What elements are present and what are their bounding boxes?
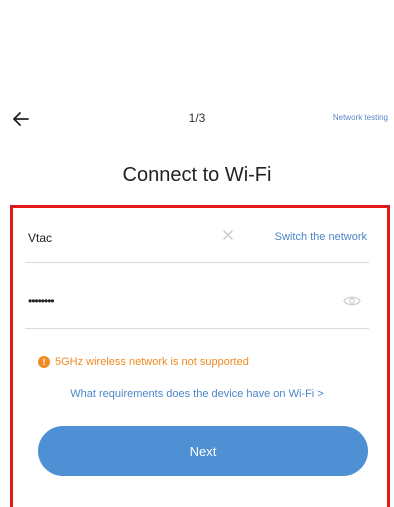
warning-message: ! 5GHz wireless network is not supported (38, 354, 249, 370)
password-value[interactable]: •••••••• (28, 294, 55, 308)
exclamation-circle-icon: ! (38, 356, 50, 368)
switch-network-link[interactable]: Switch the network (275, 231, 367, 243)
ssid-value[interactable]: Vtac (28, 231, 52, 245)
close-icon[interactable] (221, 228, 235, 242)
eye-icon[interactable] (343, 294, 361, 308)
password-field[interactable]: •••••••• (25, 288, 369, 329)
next-button[interactable]: Next (38, 426, 368, 476)
page-title: Connect to Wi-Fi (122, 164, 272, 186)
warning-text: 5GHz wireless network is not supported (55, 356, 249, 368)
network-testing-link[interactable]: Network testing (333, 113, 388, 122)
wifi-requirements-link[interactable]: What requirements does the device have o… (0, 388, 394, 400)
ssid-field[interactable]: Vtac Switch the network (25, 222, 369, 263)
top-bar: 1/3 Network testing (0, 104, 394, 132)
